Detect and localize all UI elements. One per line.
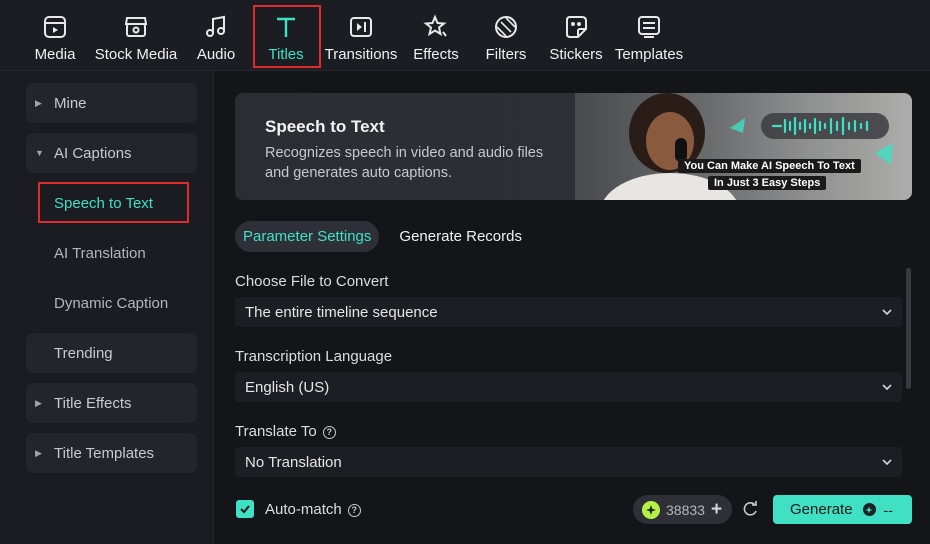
- transitions-icon: [346, 13, 376, 41]
- auto-match-checkbox[interactable]: [236, 500, 254, 518]
- chevron-down-icon: [882, 309, 892, 316]
- add-credits-button[interactable]: +: [711, 500, 722, 519]
- sidebar-group-trending[interactable]: Trending: [26, 333, 197, 373]
- banner-title: Speech to Text: [265, 117, 385, 136]
- toolbar-effects[interactable]: Effects: [413, 0, 459, 71]
- refresh-icon[interactable]: [741, 500, 759, 518]
- caret-right-icon: ▶: [35, 97, 42, 108]
- media-icon: [40, 13, 70, 41]
- banner-overlay-line1: You Can Make AI Speech To Text: [678, 159, 861, 173]
- credits-badge: 38833 +: [633, 495, 732, 524]
- translate-label: Translate To: [235, 423, 317, 440]
- toolbar-audio[interactable]: Audio: [196, 0, 236, 71]
- help-icon[interactable]: ?: [347, 503, 361, 517]
- titles-highlight-box: [253, 5, 321, 68]
- filters-icon: [491, 13, 521, 41]
- language-select[interactable]: English (US): [235, 372, 902, 402]
- tab-generate-records[interactable]: Generate Records: [391, 221, 530, 252]
- caret-right-icon: ▶: [35, 447, 42, 458]
- toolbar-stickers[interactable]: Stickers: [549, 0, 603, 71]
- toolbar-filters[interactable]: Filters: [486, 0, 526, 71]
- toolbar-media[interactable]: Media: [34, 0, 76, 71]
- settings-tabs: Parameter Settings Generate Records: [235, 221, 530, 252]
- tab-parameter-settings[interactable]: Parameter Settings: [235, 221, 380, 252]
- sidebar-group-ai-captions[interactable]: ▼ AI Captions: [26, 133, 197, 173]
- scrollbar[interactable]: [906, 268, 911, 389]
- effects-star-icon: [421, 13, 451, 41]
- music-note-icon: [201, 13, 231, 41]
- templates-icon: [634, 13, 664, 41]
- banner-overlay-line2: In Just 3 Easy Steps: [708, 176, 827, 190]
- chevron-down-icon: [882, 384, 892, 391]
- generate-button[interactable]: Generate --: [773, 495, 912, 524]
- generate-cost: --: [883, 501, 893, 518]
- chevron-down-icon: [882, 459, 892, 466]
- sidebar-group-mine[interactable]: ▶ Mine: [26, 83, 197, 123]
- sidebar-group-title-templates[interactable]: ▶ Title Templates: [26, 433, 197, 473]
- credits-count: 38833: [666, 501, 705, 518]
- top-toolbar: Media Stock Media Audio Titles Transitio…: [0, 0, 930, 71]
- speech-to-text-banner: Speech to Text Recognizes speech in vide…: [235, 93, 912, 200]
- sidebar-item-ai-translation[interactable]: AI Translation: [54, 245, 146, 262]
- credit-cost-icon: [862, 503, 876, 516]
- help-icon[interactable]: ?: [322, 425, 336, 439]
- translate-label-row: Translate To?: [235, 423, 336, 440]
- toolbar-transitions[interactable]: Transitions: [325, 0, 397, 71]
- translate-select[interactable]: No Translation: [235, 447, 902, 477]
- check-icon: [240, 505, 250, 514]
- speech-to-text-highlight-box: [38, 182, 189, 223]
- sidebar-group-title-effects[interactable]: ▶ Title Effects: [26, 383, 197, 423]
- banner-description: Recognizes speech in video and audio fil…: [265, 145, 544, 181]
- credit-coin-icon: [642, 500, 660, 519]
- toolbar-templates[interactable]: Templates: [615, 0, 683, 71]
- file-select[interactable]: The entire timeline sequence: [235, 297, 902, 327]
- language-label: Transcription Language: [235, 348, 393, 365]
- sidebar-item-dynamic-caption[interactable]: Dynamic Caption: [54, 295, 168, 312]
- toolbar-stock-media[interactable]: Stock Media: [95, 0, 177, 71]
- auto-match-label: Auto-match: [265, 501, 342, 518]
- caret-right-icon: ▶: [35, 397, 42, 408]
- auto-match-label-row: Auto-match?: [265, 501, 361, 518]
- caret-down-icon: ▼: [35, 148, 44, 158]
- file-label: Choose File to Convert: [235, 273, 389, 290]
- sticker-icon: [561, 13, 591, 41]
- stock-media-icon: [121, 13, 151, 41]
